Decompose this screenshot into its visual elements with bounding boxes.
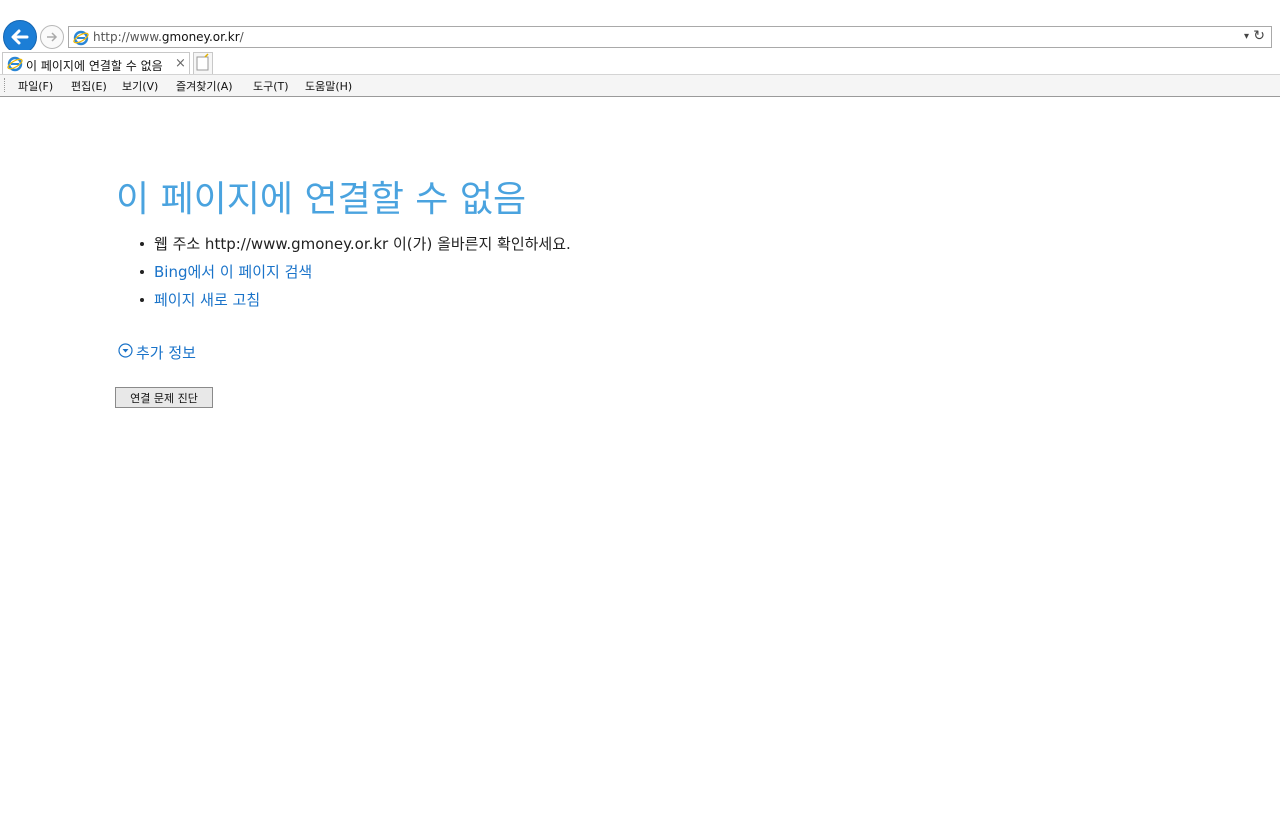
refresh-page-link[interactable]: 페이지 새로 고침 <box>154 289 260 310</box>
back-button[interactable] <box>3 20 37 54</box>
menu-help[interactable]: 도움말(H) <box>305 78 352 94</box>
new-tab-icon <box>196 53 209 71</box>
forward-button[interactable] <box>40 25 64 49</box>
page-title: 이 페이지에 연결할 수 없음 <box>116 179 527 220</box>
forward-arrow-icon <box>47 32 58 42</box>
bullet-dot <box>140 298 144 302</box>
tab-close-icon[interactable]: × <box>175 56 186 71</box>
check-address-text: 웹 주소 http://www.gmoney.or.kr 이(가) 올바른지 확… <box>154 235 571 253</box>
new-tab-button[interactable] <box>193 52 213 74</box>
refresh-icon[interactable]: ↻ <box>1253 28 1265 44</box>
menu-edit[interactable]: 편집(E) <box>71 78 107 94</box>
menu-favorites[interactable]: 즐겨찾기(A) <box>176 78 233 94</box>
tab-current[interactable]: 이 페이지에 연결할 수 없음 × <box>2 52 190 74</box>
bing-search-link[interactable]: Bing에서 이 페이지 검색 <box>154 261 312 282</box>
back-arrow-icon <box>11 29 29 45</box>
tab-row: 이 페이지에 연결할 수 없음 × <box>0 50 1280 74</box>
dropdown-icon[interactable]: ▾ <box>1244 31 1249 42</box>
address-bar-row: http://www.gmoney.or.kr/ ▾ ↻ <box>0 0 1280 54</box>
bullet-dot <box>140 270 144 274</box>
bullet-dot <box>140 242 144 246</box>
tab-title: 이 페이지에 연결할 수 없음 <box>26 59 163 73</box>
more-info-label: 추가 정보 <box>136 344 196 362</box>
menu-grip <box>4 78 7 92</box>
ie-logo-icon <box>73 30 89 46</box>
menu-view[interactable]: 보기(V) <box>122 78 158 94</box>
expand-chevron-icon <box>118 343 133 358</box>
address-text: http://www.gmoney.or.kr/ <box>93 30 244 44</box>
diagnose-connection-button[interactable]: 연결 문제 진단 <box>115 387 213 408</box>
address-field[interactable]: http://www.gmoney.or.kr/ ▾ ↻ <box>68 26 1272 48</box>
menu-file[interactable]: 파일(F) <box>18 78 53 94</box>
menu-tools[interactable]: 도구(T) <box>253 78 289 94</box>
ie-logo-icon <box>7 56 23 72</box>
menu-bar: 파일(F) 편집(E) 보기(V) 즐겨찾기(A) 도구(T) 도움말(H) <box>0 74 1280 97</box>
